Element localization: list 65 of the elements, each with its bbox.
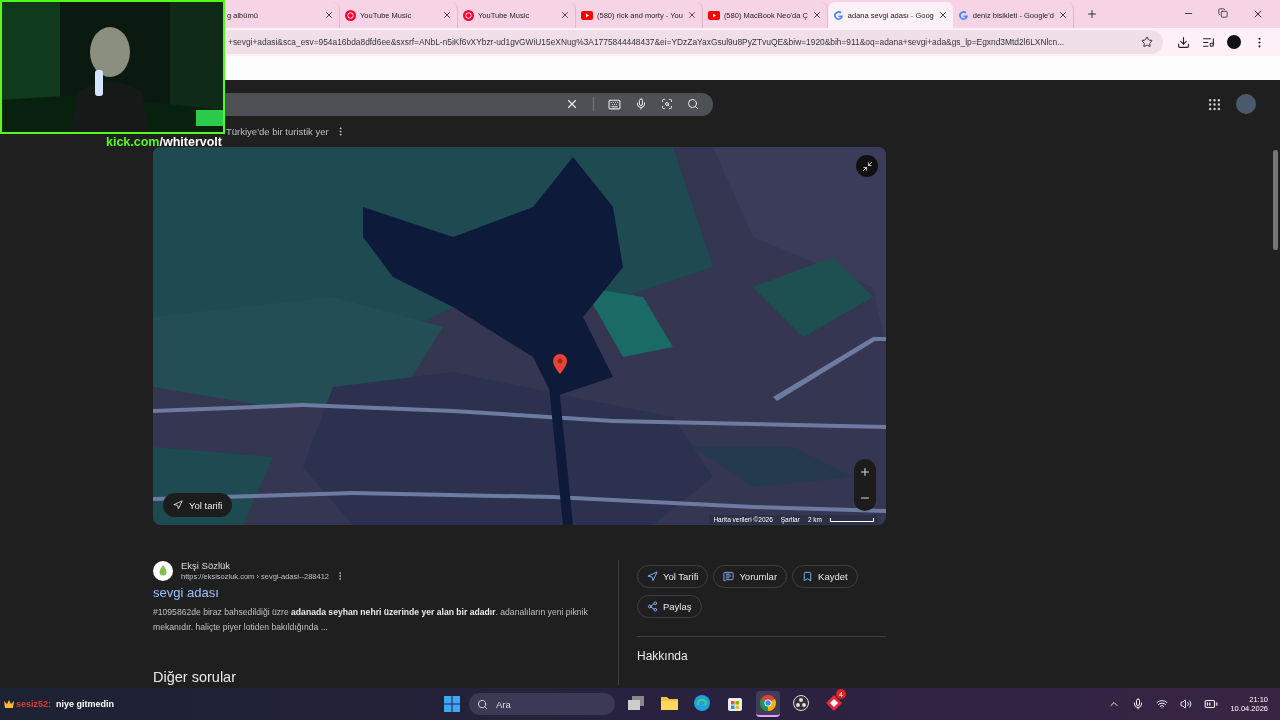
channel-site: kick.com: [105, 135, 160, 149]
star-icon[interactable]: [1141, 36, 1153, 48]
media-list-icon[interactable]: [1202, 35, 1215, 49]
new-tab-icon[interactable]: [1085, 8, 1098, 20]
restore-icon[interactable]: [1218, 8, 1228, 18]
video-logo-icon: [707, 10, 720, 20]
keyboard-icon[interactable]: [608, 97, 621, 111]
taskbar-search-field[interactable]: Ara: [469, 693, 615, 715]
profile-avatar[interactable]: [1227, 35, 1241, 49]
comment-icon: [723, 571, 735, 582]
close-icon[interactable]: [937, 10, 948, 20]
search-icon[interactable]: [687, 98, 699, 110]
g-logo-icon: [957, 9, 969, 21]
volume-icon[interactable]: [1180, 698, 1193, 710]
result-title-link[interactable]: sevgi adası: [153, 585, 219, 600]
share-icon: [647, 601, 658, 612]
g-logo-icon: [832, 9, 844, 21]
video-logo-icon: [581, 10, 593, 20]
download-icon[interactable]: [1177, 35, 1190, 49]
microphone-icon[interactable]: [635, 98, 647, 110]
shopping-bag-icon: [727, 695, 743, 711]
collapse-icon: [861, 160, 873, 172]
close-icon[interactable]: [811, 10, 822, 20]
channel-name: /whitervolt: [159, 135, 222, 149]
browser-logo-icon: [760, 695, 776, 711]
zoom-in-button[interactable]: [859, 466, 871, 478]
location-pin-icon: [553, 354, 567, 374]
swirl-logo-icon: [694, 695, 710, 711]
about-heading: Hakkında: [637, 649, 689, 663]
taskbar-app[interactable]: [756, 691, 780, 717]
scrollbar-thumb[interactable]: [1273, 150, 1278, 250]
plus-icon: [859, 466, 871, 478]
music-logo-icon: [463, 9, 474, 21]
record-circle-icon: [793, 695, 809, 711]
microphone-icon[interactable]: [1132, 698, 1145, 710]
chat-message: niye gitmedin: [56, 699, 115, 709]
close-icon[interactable]: [1252, 8, 1264, 20]
close-icon[interactable]: [442, 10, 452, 20]
directions-icon: [647, 571, 658, 582]
section-heading: Diğer sorular: [153, 669, 237, 685]
clear-icon[interactable]: [565, 97, 579, 111]
chat-username: sesiz52:: [16, 699, 52, 709]
source-name: Ekşi Sözlük: [181, 560, 232, 571]
crown-icon: [4, 700, 14, 708]
result-snippet: #1095862de biraz bahsedildiği üzre adanada seyhan nehri üzerinde yer alan bir adadır. adanalıların yeni piknik mekanıdır. haliçte piyer lotiden bakıldığında ...: [153, 606, 589, 634]
scale-bar: [830, 517, 874, 522]
directions-button[interactable]: Yol tarifi: [163, 493, 233, 517]
close-icon[interactable]: [324, 10, 334, 20]
address-bar[interactable]: +sevgi+adasi&sca_esv=954a16bda8dfd6ee&sxsrf=ANbL-n5iKf6vXYbzr-ud1gvGWiU15eXNug%3A1775844448437&ei=YDzZaYaxGsul9u8PyZTvuQE&biw=1920&bih=911&oq=adana+sevgi+ada&gs_lp=Egxnd3Mtd2l6LXNlcn...: [226, 30, 1163, 54]
close-icon[interactable]: [686, 10, 697, 20]
folder-icon: [660, 696, 678, 710]
diamond-app-icon: [826, 695, 842, 711]
apps-grid-icon[interactable]: [1207, 96, 1222, 112]
directions-icon: [173, 500, 183, 510]
drop-logo-icon: [153, 560, 173, 581]
windows-stack-icon: [628, 696, 644, 710]
search-icon: [477, 698, 488, 710]
bookmark-icon: [802, 571, 814, 582]
close-icon[interactable]: [1057, 10, 1068, 20]
place-subtitle: Türkiye'de bir turistik yer: [226, 125, 329, 137]
close-icon[interactable]: [560, 10, 570, 20]
music-logo-icon: [345, 9, 356, 21]
camera-search-icon[interactable]: [661, 98, 673, 110]
battery-icon[interactable]: [1204, 697, 1219, 711]
wifi-icon[interactable]: [1156, 698, 1169, 710]
